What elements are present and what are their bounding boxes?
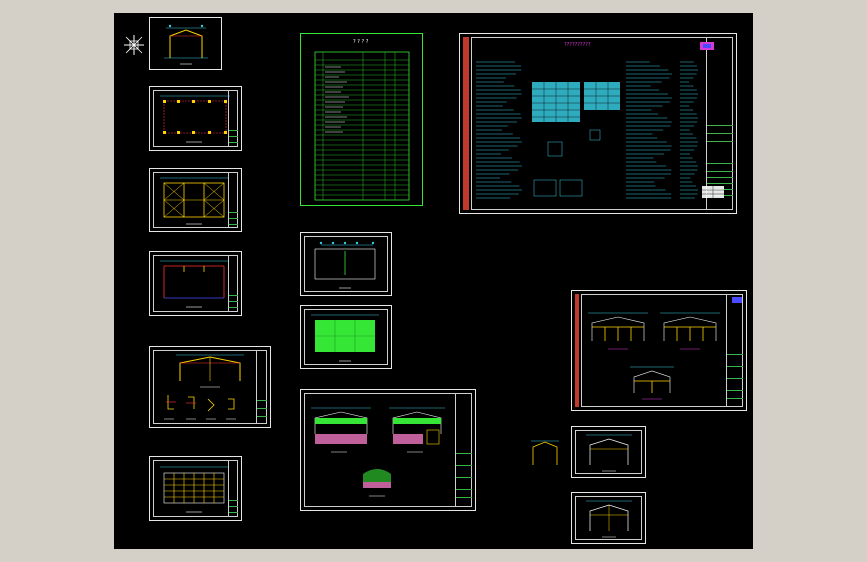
sheet-drawing-list[interactable]: ? ? ? ? [300, 33, 423, 206]
sheet-wall-plan[interactable] [149, 456, 242, 521]
cad-model-space[interactable]: ? ? ? ? ?????????? [114, 13, 753, 549]
sheet-gable-elevation-a[interactable] [571, 426, 646, 478]
column-plan-drawing [314, 241, 376, 289]
sheet-slab-plan[interactable] [300, 305, 392, 369]
gable-elevation-b-drawing [586, 500, 632, 538]
foundation-plan-drawing [160, 95, 230, 143]
sheet-gable-elevation-b[interactable] [571, 492, 646, 544]
company-logo-icon [700, 42, 714, 50]
sheet-design-notes[interactable]: ?????????? [459, 33, 737, 214]
gable-elevation-a-drawing [586, 434, 632, 472]
frame-details-drawing [164, 354, 244, 420]
loose-frame-sketch [531, 440, 559, 465]
purlin-plan-drawing [160, 260, 228, 308]
portal-frame-drawing [164, 24, 208, 65]
sheet-frame-elevations[interactable] [571, 290, 747, 411]
bracing-plan-drawing [160, 177, 228, 225]
sheet-elevations[interactable] [300, 389, 476, 511]
sheet-bracing-plan[interactable] [149, 168, 242, 232]
sheet-purlin-plan[interactable] [149, 251, 242, 316]
wall-plan-drawing [160, 466, 228, 513]
elevations-drawing [311, 407, 445, 497]
ucs-axis-icon [124, 35, 144, 55]
slab-plan-drawing [311, 314, 379, 362]
frame-elevations-drawing [588, 312, 720, 400]
drawing-list-table [314, 51, 410, 201]
sheet-portal-frame[interactable] [149, 17, 222, 70]
sheet-foundation-plan[interactable] [149, 86, 242, 151]
sheet-column-plan[interactable] [300, 232, 392, 296]
design-notes-content [476, 61, 724, 199]
sheet-frame-details[interactable] [149, 346, 271, 428]
